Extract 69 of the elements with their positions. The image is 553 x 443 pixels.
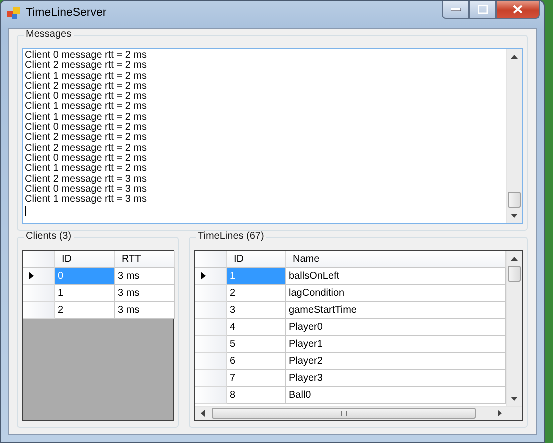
row-header[interactable] — [23, 268, 55, 285]
close-button[interactable] — [496, 1, 540, 19]
column-header[interactable]: ID — [227, 251, 286, 268]
message-line: Client 2 message rtt = 2 ms — [25, 82, 148, 92]
app-icon — [7, 6, 21, 20]
current-row-icon — [29, 272, 34, 280]
scroll-up-icon[interactable] — [511, 256, 518, 260]
table-cell: ballsOnLeft — [286, 268, 506, 285]
table-cell: 2 — [55, 302, 115, 319]
table-cell: 3 ms — [115, 285, 175, 302]
current-row-icon — [201, 272, 206, 280]
timelines-grid[interactable]: ID Name 1 ballsOnLeft 2 lagCondition 3 gameStartTime 4 Player0 5 Player1 6 Player2 7 Player3 8 Ball0 — [194, 250, 523, 421]
table-cell: 8 — [227, 387, 286, 404]
group-label: Clients (3) — [24, 231, 74, 242]
minimize-icon — [450, 8, 460, 12]
column-header[interactable]: RTT — [115, 251, 175, 268]
text-caret — [25, 206, 26, 216]
table-cell: 3 ms — [115, 268, 175, 285]
message-line: Client 0 message rtt = 3 ms — [25, 184, 148, 195]
table-cell: 0 — [55, 268, 115, 285]
message-line: Client 2 message rtt = 2 ms — [25, 144, 148, 154]
table-cell: 3 ms — [115, 302, 175, 319]
scroll-left-icon[interactable] — [200, 410, 204, 417]
scroll-thumb[interactable] — [508, 192, 521, 208]
table-cell: 1 — [55, 285, 115, 302]
scroll-right-icon[interactable] — [498, 410, 502, 417]
group-label: TimeLines (67) — [196, 231, 266, 242]
message-line: Client 0 message rtt = 2 ms — [25, 51, 148, 61]
column-header[interactable]: Name — [286, 251, 506, 268]
message-line: Client 0 message rtt = 2 ms — [25, 123, 148, 134]
table-cell: Player3 — [286, 370, 506, 387]
scroll-down-icon[interactable] — [511, 214, 518, 218]
group-label: Messages — [24, 29, 74, 40]
message-line: Client 1 message rtt = 2 ms — [25, 164, 148, 174]
message-line: Client 1 message rtt = 2 ms — [25, 112, 148, 123]
table-cell: Ball0 — [286, 387, 506, 404]
scroll-thumb[interactable] — [212, 408, 476, 419]
message-line: Client 0 message rtt = 2 ms — [25, 92, 148, 102]
grip-icon — [341, 411, 347, 416]
table-cell: Player2 — [286, 353, 506, 370]
message-line: Client 0 message rtt = 2 ms — [25, 154, 148, 164]
table-cell: 6 — [227, 353, 286, 370]
message-line: Client 1 message rtt = 2 ms — [25, 72, 148, 82]
table-cell: 1 — [227, 268, 286, 285]
message-line: Client 1 message rtt = 3 ms — [25, 195, 148, 206]
scroll-up-icon[interactable] — [511, 54, 518, 58]
table-cell: 3 — [227, 302, 286, 319]
minimize-button[interactable] — [442, 1, 469, 19]
row-header[interactable] — [195, 268, 227, 285]
window-title: TimeLineServer — [26, 6, 107, 18]
clients-grid[interactable]: ID RTT 0 3 ms 1 3 ms 2 3 ms — [22, 250, 174, 421]
message-line: Client 2 message rtt = 2 ms — [25, 61, 148, 72]
close-icon — [513, 5, 523, 14]
column-header[interactable]: ID — [55, 251, 115, 268]
table-cell: 2 — [227, 285, 286, 302]
table-cell: 4 — [227, 319, 286, 336]
table-cell: Player1 — [286, 336, 506, 353]
table-cell: lagCondition — [286, 285, 506, 302]
maximize-button[interactable] — [469, 1, 496, 19]
scroll-down-icon[interactable] — [511, 396, 518, 400]
scroll-thumb[interactable] — [508, 266, 521, 282]
table-cell: gameStartTime — [286, 302, 506, 319]
table-cell: Player0 — [286, 319, 506, 336]
maximize-icon — [478, 5, 488, 14]
table-cell: 5 — [227, 336, 286, 353]
message-line: Client 1 message rtt = 2 ms — [25, 102, 148, 112]
message-line: Client 2 message rtt = 3 ms — [25, 174, 148, 185]
message-line: Client 2 message rtt = 2 ms — [25, 133, 148, 144]
table-cell: 7 — [227, 370, 286, 387]
